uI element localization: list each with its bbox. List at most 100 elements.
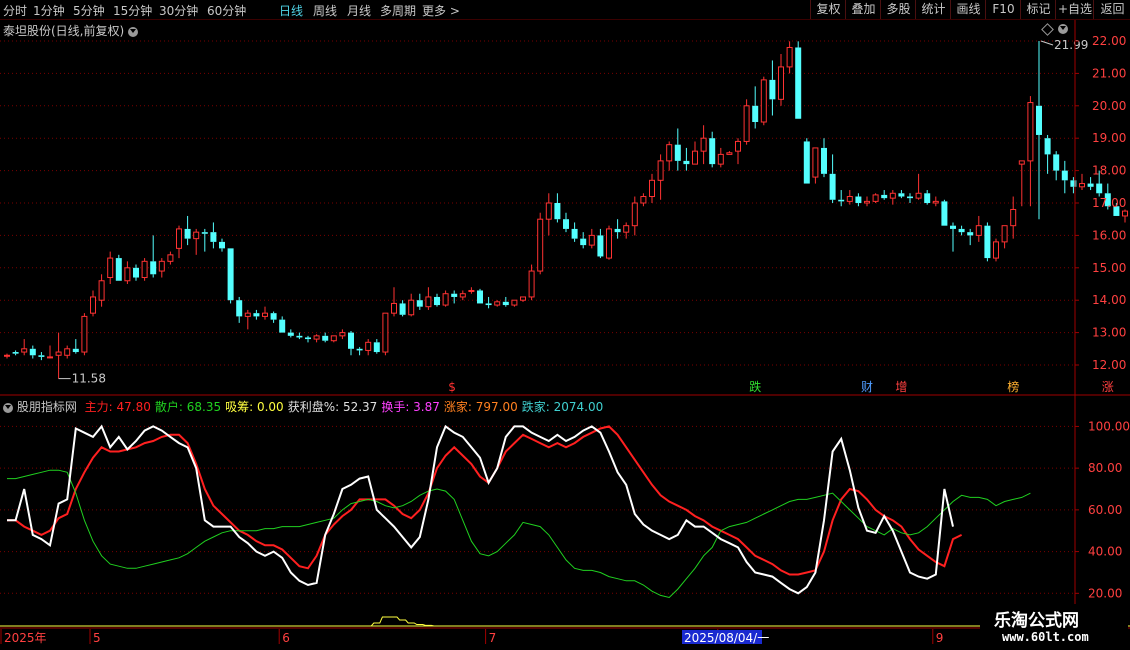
candle <box>545 193 552 236</box>
candle <box>606 225 612 260</box>
period-tab[interactable]: 1分钟 <box>33 2 65 19</box>
candle <box>502 296 509 307</box>
candle <box>846 190 853 205</box>
candle <box>451 290 458 304</box>
candle <box>322 332 329 343</box>
candle <box>399 300 406 317</box>
candle <box>631 196 638 236</box>
candle <box>287 329 294 338</box>
candle <box>520 296 526 302</box>
toolbar-button[interactable]: 返回 <box>1093 0 1130 19</box>
candle <box>623 222 630 239</box>
candle <box>442 290 449 307</box>
period-tab[interactable]: 30分钟 <box>159 2 198 19</box>
candle <box>305 335 311 343</box>
event-marker[interactable]: 涨 <box>1102 379 1114 394</box>
candle <box>950 222 956 252</box>
period-tab[interactable]: 15分钟 <box>113 2 152 19</box>
period-tab[interactable]: 月线 <box>347 2 371 19</box>
date-label: 2025年 <box>4 631 47 645</box>
candle <box>674 128 681 171</box>
period-tab[interactable]: 分时 <box>3 2 27 19</box>
indicator-legend: 股朋指标网 主力: 47.80 散户: 68.35 吸筹: 0.00 获利盘%: 52… <box>3 398 603 415</box>
candle <box>760 76 767 126</box>
legend-item: 散户: 68.35 <box>154 400 222 414</box>
candle <box>416 293 423 310</box>
candle <box>726 151 733 155</box>
candle <box>425 287 432 310</box>
dropdown-icon[interactable] <box>3 402 13 413</box>
candle <box>227 248 234 304</box>
candle <box>494 300 501 307</box>
toolbar-button[interactable]: 多股 <box>880 0 916 19</box>
candle <box>803 138 810 184</box>
candle <box>90 290 96 317</box>
toolbar-button[interactable]: 画线 <box>950 0 986 19</box>
candle <box>55 332 62 379</box>
period-toolbar: 分时 1分钟 5分钟 15分钟 30分钟 60分钟 日线 周线 月线 多周期 更多 > 复权 叠加 多股统… <box>0 0 1130 20</box>
chart-title: 泰坦股份(日线,前复权) <box>3 24 125 38</box>
event-marker[interactable]: 增 <box>895 380 907 394</box>
candle <box>193 228 200 255</box>
candle <box>1087 177 1094 191</box>
indicator-panel: 100.00 80.00 60.00 40.00 20.00 <box>0 419 1130 627</box>
dropdown-icon[interactable] <box>128 26 139 37</box>
candle <box>434 293 440 307</box>
event-marker[interactable]: 跌 <box>749 379 761 394</box>
toolbar-button[interactable]: +自选 <box>1055 0 1094 19</box>
candle <box>889 190 896 205</box>
chart-canvas: 21.99 11.58 $ 跌 财 增 榜 涨 22.00 21.00 20.00 19.00 18… <box>0 20 1130 645</box>
candle <box>38 352 45 361</box>
period-tab[interactable]: 日线 <box>279 2 303 19</box>
candle <box>176 225 182 259</box>
candle <box>382 312 389 356</box>
price-label: 16.00 <box>1092 228 1126 242</box>
candle <box>640 193 647 207</box>
toolbar-button[interactable]: 叠加 <box>845 0 881 19</box>
candle <box>915 173 922 200</box>
candle <box>993 238 999 262</box>
candle <box>786 41 793 74</box>
candle <box>459 290 466 301</box>
indicator-name[interactable]: 股朋指标网 <box>17 400 77 414</box>
period-tab[interactable]: 60分钟 <box>207 2 246 19</box>
candle <box>133 264 139 281</box>
candle <box>150 235 157 278</box>
event-marker[interactable]: 财 <box>861 380 873 394</box>
candle <box>528 264 535 301</box>
toolbar-button[interactable]: 统计 <box>915 0 951 19</box>
candle <box>81 313 88 356</box>
date-label: 5 <box>93 631 101 645</box>
price-label: 17.00 <box>1092 196 1126 210</box>
period-tab[interactable]: 周线 <box>313 2 337 19</box>
candle <box>967 228 974 246</box>
legend-item: 获利盘%: 52.37 <box>287 400 378 414</box>
price-label: 13.00 <box>1092 326 1126 340</box>
date-label: 7 <box>489 631 497 645</box>
toolbar-button[interactable]: 复权 <box>810 0 846 19</box>
legend-item: 换手: 3.87 <box>381 400 440 414</box>
candle <box>614 219 621 239</box>
candle <box>597 228 604 259</box>
price-label: 19.00 <box>1092 131 1126 145</box>
period-tab[interactable]: 5分钟 <box>73 2 105 19</box>
candle <box>812 147 819 184</box>
period-tab[interactable]: 更多 > <box>422 2 460 19</box>
toolbar-button[interactable]: 标记 <box>1020 0 1056 19</box>
period-tab[interactable]: 多周期 <box>380 2 416 19</box>
settings-icon[interactable] <box>1058 24 1068 34</box>
toolbar-button[interactable]: F10 <box>985 0 1021 19</box>
candle <box>1036 41 1042 220</box>
candle <box>1044 134 1051 174</box>
candle <box>313 334 320 343</box>
candlestick-series: 21.99 11.58 <box>4 38 1128 386</box>
event-marker[interactable]: 榜 <box>1007 379 1019 394</box>
event-marker[interactable]: $ <box>448 380 456 394</box>
candle <box>709 131 716 168</box>
candle <box>1027 96 1034 207</box>
candle <box>4 353 10 359</box>
candle <box>1079 173 1085 191</box>
high-arrow <box>1040 40 1054 46</box>
candle <box>769 60 776 116</box>
price-label: 15.00 <box>1092 261 1126 275</box>
